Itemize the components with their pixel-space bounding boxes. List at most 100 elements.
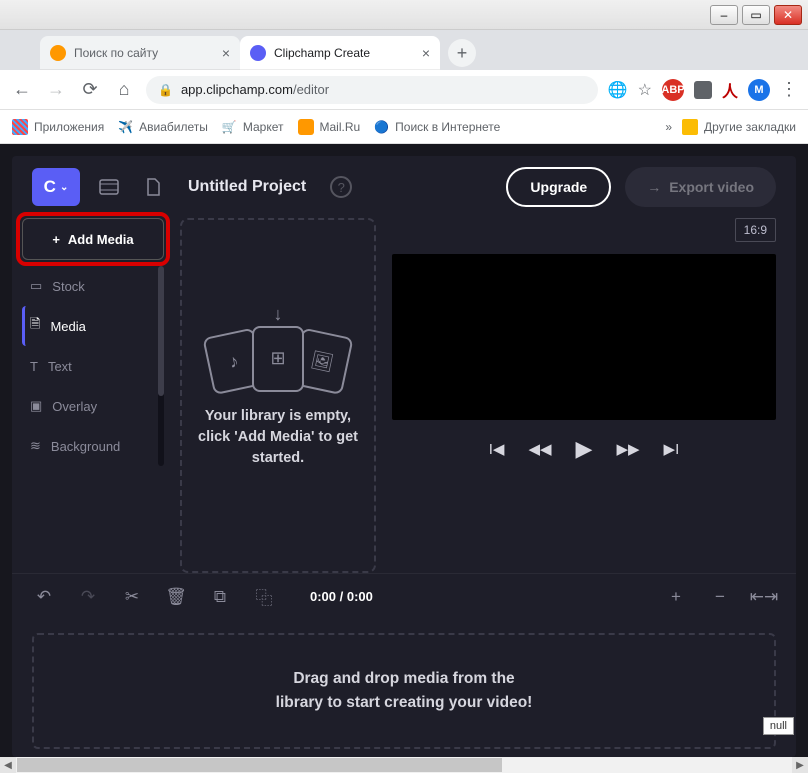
zoom-in-button[interactable]: + — [664, 587, 688, 607]
file-icon[interactable] — [138, 172, 168, 202]
delete-button[interactable]: 🗑 — [164, 587, 188, 607]
file-icon: 🗎 — [30, 315, 40, 337]
aspect-ratio-button[interactable]: 16:9 — [735, 218, 776, 242]
window-minimize-button[interactable]: – — [710, 5, 738, 25]
sidebar-item-text[interactable]: T Text — [22, 346, 152, 386]
library-empty-text: Your library is empty, click 'Add Media'… — [198, 406, 358, 469]
stock-icon: ▭ — [30, 278, 42, 294]
help-button[interactable]: ? — [330, 176, 352, 198]
browser-toolbar: ← → ⟳ ⌂ 🔒 app.clipchamp.com/editor 🌐 ☆ A… — [0, 70, 808, 110]
playback-controls: I◀ ◀◀ ▶ ▶▶ ▶I — [392, 432, 776, 466]
project-title[interactable]: Untitled Project — [188, 178, 306, 196]
layers-icon: ≋ — [30, 438, 41, 454]
forward-button[interactable]: ▶▶ — [616, 436, 639, 462]
sidebar-item-overlay[interactable]: ▣ Overlay — [22, 386, 152, 426]
browser-tab-strip: Поиск по сайту × Clipchamp Create × + — [0, 30, 808, 70]
tab-title: Поиск по сайту — [74, 46, 214, 60]
bookmark-star-icon[interactable]: ☆ — [638, 80, 652, 100]
globe-icon: 🔵 — [374, 120, 389, 134]
sidebar-scrollbar[interactable] — [158, 266, 164, 466]
extension-icon[interactable] — [694, 81, 712, 99]
home-button[interactable]: ⌂ — [112, 78, 136, 102]
tab-title: Clipchamp Create — [274, 46, 414, 60]
plane-icon: ✈️ — [118, 120, 133, 134]
favicon-icon — [50, 45, 66, 61]
scroll-left-arrow[interactable]: ◀ — [0, 757, 16, 773]
zoom-out-button[interactable]: − — [708, 587, 732, 607]
video-icon[interactable] — [94, 172, 124, 202]
bookmark-other[interactable]: Другие закладки — [682, 119, 796, 135]
duplicate-button[interactable]: ⿻ — [252, 584, 276, 609]
window-maximize-button[interactable]: ▭ — [742, 5, 770, 25]
preview-panel: 16:9 I◀ ◀◀ ▶ ▶▶ ▶I — [392, 218, 776, 573]
redo-button[interactable]: ↷ — [76, 587, 100, 607]
tab-close-icon[interactable]: × — [222, 45, 230, 61]
window-close-button[interactable]: ✕ — [774, 5, 802, 25]
cut-button[interactable]: ✂ — [120, 587, 144, 607]
scrollbar-thumb[interactable] — [17, 758, 502, 772]
horizontal-scrollbar[interactable]: ◀ ▶ — [0, 757, 808, 773]
export-video-button[interactable]: → Export video — [625, 167, 776, 207]
undo-button[interactable]: ↶ — [32, 587, 56, 607]
clipchamp-app: C⌄ Untitled Project ? Upgrade → Export v… — [0, 144, 808, 757]
bookmark-search[interactable]: 🔵Поиск в Интернете — [374, 120, 500, 134]
bookmarks-overflow[interactable]: » — [665, 120, 672, 134]
bookmark-apps[interactable]: Приложения — [12, 119, 104, 135]
sidebar-item-label: Background — [51, 439, 120, 454]
sidebar-item-label: Text — [48, 359, 72, 374]
reload-button[interactable]: ⟳ — [78, 78, 102, 102]
sidebar-item-stock[interactable]: ▭ Stock — [22, 266, 152, 306]
text-icon: T — [30, 359, 38, 374]
app-logo-menu[interactable]: C⌄ — [32, 168, 80, 206]
sidebar: + Add Media ▭ Stock 🗎 Media — [22, 218, 164, 573]
sidebar-item-label: Overlay — [52, 399, 97, 414]
plus-icon: + — [52, 232, 60, 247]
forward-button[interactable]: → — [44, 78, 68, 102]
video-card-icon: ⊞ — [252, 326, 304, 392]
bookmark-market[interactable]: 🛒Маркет — [222, 120, 284, 134]
new-tab-button[interactable]: + — [448, 39, 476, 67]
timeline-time: 0:00 / 0:00 — [310, 589, 373, 604]
timeline-toolbar: ↶ ↷ ✂ 🗑 ⧉ ⿻ 0:00 / 0:00 + − ⇤⇥ — [12, 573, 796, 619]
browser-tab-1[interactable]: Поиск по сайту × — [40, 36, 240, 70]
chevron-down-icon: ⌄ — [60, 182, 68, 193]
favicon-icon — [250, 45, 266, 61]
sidebar-item-background[interactable]: ≋ Background — [22, 426, 152, 466]
bookmarks-bar: Приложения ✈️Авиабилеты 🛒Маркет Mail.Ru … — [0, 110, 808, 144]
video-preview[interactable] — [392, 254, 776, 420]
overlay-icon: ▣ — [30, 398, 42, 414]
sidebar-item-label: Stock — [52, 279, 85, 294]
bookmark-avia[interactable]: ✈️Авиабилеты — [118, 120, 208, 134]
back-button[interactable]: ← — [10, 78, 34, 102]
copy-button[interactable]: ⧉ — [208, 587, 232, 607]
window-titlebar: – ▭ ✕ — [0, 0, 808, 30]
scroll-right-arrow[interactable]: ▶ — [792, 757, 808, 773]
skip-start-button[interactable]: I◀ — [489, 436, 505, 462]
play-button[interactable]: ▶ — [576, 436, 593, 462]
arrow-right-icon: → — [647, 179, 661, 195]
extension-pdf-icon[interactable]: 人 — [722, 78, 738, 102]
timeline-dropzone[interactable]: Drag and drop media from the library to … — [32, 633, 776, 749]
translate-icon[interactable]: 🌐 — [608, 80, 628, 100]
browser-tab-2[interactable]: Clipchamp Create × — [240, 36, 440, 70]
add-media-button[interactable]: + Add Media — [22, 218, 164, 260]
sidebar-item-media[interactable]: 🗎 Media — [22, 306, 152, 346]
upgrade-button[interactable]: Upgrade — [506, 167, 611, 207]
fit-button[interactable]: ⇤⇥ — [752, 587, 776, 607]
mail-icon — [298, 119, 314, 135]
lock-icon: 🔒 — [158, 83, 173, 97]
bookmark-mail[interactable]: Mail.Ru — [298, 119, 361, 135]
media-library-dropzone[interactable]: ↓ ♪ ⊞ 🖼 Your library is empty, click 'Ad… — [180, 218, 376, 573]
sidebar-item-label: Media — [50, 319, 85, 334]
url-text: app.clipchamp.com/editor — [181, 82, 329, 97]
profile-avatar[interactable]: M — [748, 79, 770, 101]
tab-close-icon[interactable]: × — [422, 45, 430, 61]
rewind-button[interactable]: ◀◀ — [528, 436, 551, 462]
app-header: C⌄ Untitled Project ? Upgrade → Export v… — [12, 156, 796, 218]
browser-menu-button[interactable]: ⋮ — [780, 79, 798, 100]
address-bar[interactable]: 🔒 app.clipchamp.com/editor — [146, 76, 598, 104]
cart-icon: 🛒 — [222, 120, 237, 134]
scrollbar-thumb[interactable] — [158, 266, 164, 396]
adblock-extension-icon[interactable]: ABP — [662, 79, 684, 101]
skip-end-button[interactable]: ▶I — [664, 436, 680, 462]
